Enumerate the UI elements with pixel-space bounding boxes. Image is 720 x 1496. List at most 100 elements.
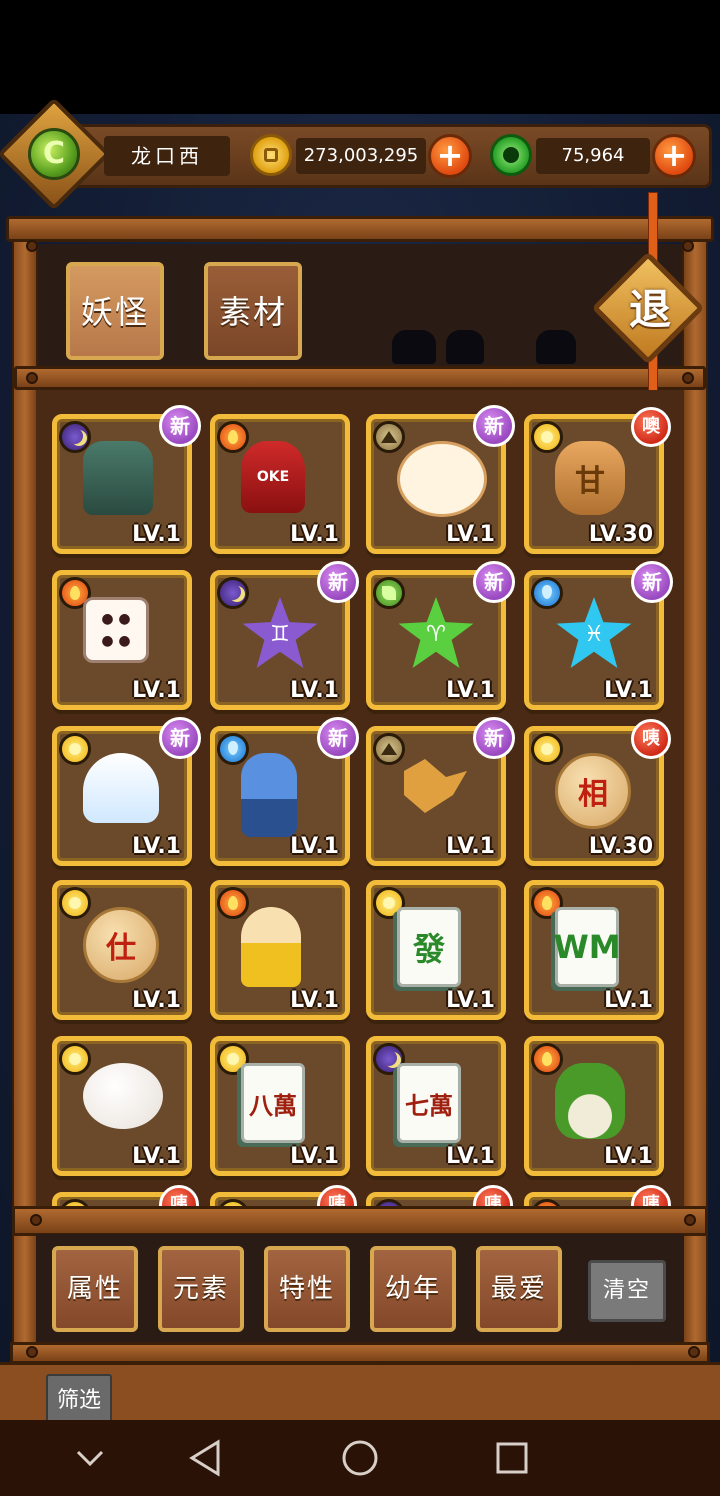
status-badge: 咦 [159,1185,199,1208]
fire-element-icon [531,1043,563,1075]
square-recents-icon[interactable] [494,1440,530,1476]
monster-portrait: 相 [555,753,631,829]
monster-grid: LV.1新OKELV.1LV.1新甘LV.30噢LV.1♊LV.1新♈LV.1新… [36,390,684,1208]
level-label: LV.1 [446,522,495,547]
gold-coin-icon [250,134,292,176]
monster-card[interactable]: 發 LV.1 [366,880,506,1020]
shadow-creature [536,330,576,364]
monster-portrait: OKE [241,441,305,513]
monster-card[interactable]: WM LV.1 [524,880,664,1020]
level-label: LV.1 [604,678,653,703]
water-element-icon [217,733,249,765]
status-bar [0,0,720,114]
level-label: LV.1 [132,834,181,859]
shadow-creature [392,330,436,364]
level-label: LV.1 [290,1144,339,1169]
bolt [26,1346,38,1358]
frame-top-beam [6,216,714,242]
monster-portrait [83,753,159,823]
monster-card[interactable]: 仕 LV.1 [52,880,192,1020]
status-badge: 咦 [631,1185,671,1208]
monster-card[interactable]: OKE LV.1 [210,414,350,554]
bolt [682,372,694,384]
monster-portrait [241,907,301,987]
bolt [682,240,694,252]
level-label: LV.1 [132,1144,181,1169]
filter-young-button[interactable]: 幼年 [370,1246,456,1332]
clear-button[interactable]: 清空 [588,1260,666,1322]
monster-portrait [404,759,467,813]
monster-portrait [555,1063,625,1139]
exit-button[interactable]: 退 [591,251,705,365]
earth-element-icon [373,421,405,453]
monster-card[interactable]: ♈ LV.1 新 [366,561,515,710]
level-label: LV.1 [132,988,181,1013]
level-label: LV.30 [588,522,653,547]
new-badge: 新 [631,561,673,603]
status-badge: 噢 [631,407,671,447]
level-label: LV.1 [132,522,181,547]
monster-card[interactable]: LV.1 新 [210,717,359,866]
monster-portrait: 仕 [83,907,159,983]
bolt [26,372,38,384]
new-badge: 新 [473,561,515,603]
new-badge: 新 [473,405,515,447]
jade-coin-icon [490,134,532,176]
monster-portrait: 甘 [555,441,625,515]
moon-element-icon [217,577,249,609]
sun-element-icon [531,733,563,765]
monster-card[interactable]: LV.1 [52,570,192,710]
filter-trait-button[interactable]: 特性 [264,1246,350,1332]
circle-home-icon[interactable] [340,1438,380,1478]
add-jade-button[interactable]: + [652,134,696,178]
tab-monsters[interactable]: 妖怪 [66,262,164,360]
monster-portrait: 發 [397,907,461,987]
shelf-beam [10,1342,710,1364]
earth-element-icon [373,733,405,765]
sun-element-icon [59,733,91,765]
level-label: LV.1 [446,678,495,703]
bolt [684,1214,696,1226]
monster-card[interactable]: LV.1 新 [52,717,201,866]
add-gold-button[interactable]: + [428,134,472,178]
triangle-back-icon[interactable] [188,1438,224,1478]
frame-right-post [682,240,708,1370]
monster-portrait: 八萬 [241,1063,305,1143]
monster-card[interactable]: ♊ LV.1 新 [210,561,359,710]
monster-card[interactable]: 甘 LV.30 噢 [524,407,671,554]
dragon-emblem-icon[interactable]: C [28,128,80,180]
level-label: LV.1 [290,988,339,1013]
chevron-down-icon[interactable] [74,1444,106,1472]
tab-materials[interactable]: 素材 [204,262,302,360]
filter-attribute-button[interactable]: 属性 [52,1246,138,1332]
monster-portrait [241,753,297,837]
status-badge: 咦 [473,1185,513,1208]
sun-element-icon [59,887,91,919]
status-badge: 咦 [317,1185,357,1208]
level-label: LV.1 [446,988,495,1013]
monster-portrait: ♊ [242,597,318,669]
monster-card[interactable]: LV.1 [524,1036,664,1176]
monster-card[interactable]: 七萬 LV.1 [366,1036,506,1176]
monster-card[interactable]: 八萬 LV.1 [210,1036,350,1176]
jade-amount: 75,964 [536,138,650,174]
monster-card[interactable]: LV.1 [210,880,350,1020]
monster-card[interactable]: LV.1 新 [366,717,515,866]
level-label: LV.1 [604,988,653,1013]
monster-card[interactable]: LV.1 新 [366,405,515,554]
new-badge: 新 [473,717,515,759]
monster-card[interactable]: ♓ LV.1 新 [524,561,673,710]
water-element-icon [531,577,563,609]
monster-card[interactable]: LV.1 [52,1036,192,1176]
level-label: LV.1 [604,1144,653,1169]
new-badge: 新 [317,561,359,603]
status-badge: 咦 [631,719,671,759]
shelf-beam [12,1206,708,1236]
shelf-beam [14,366,706,390]
fire-element-icon [217,421,249,453]
monster-card[interactable]: 相 LV.30 咦 [524,719,671,866]
filter-favorite-button[interactable]: 最爱 [476,1246,562,1332]
filter-element-button[interactable]: 元素 [158,1246,244,1332]
monster-card[interactable]: LV.1 新 [52,405,201,554]
level-label: LV.1 [290,678,339,703]
